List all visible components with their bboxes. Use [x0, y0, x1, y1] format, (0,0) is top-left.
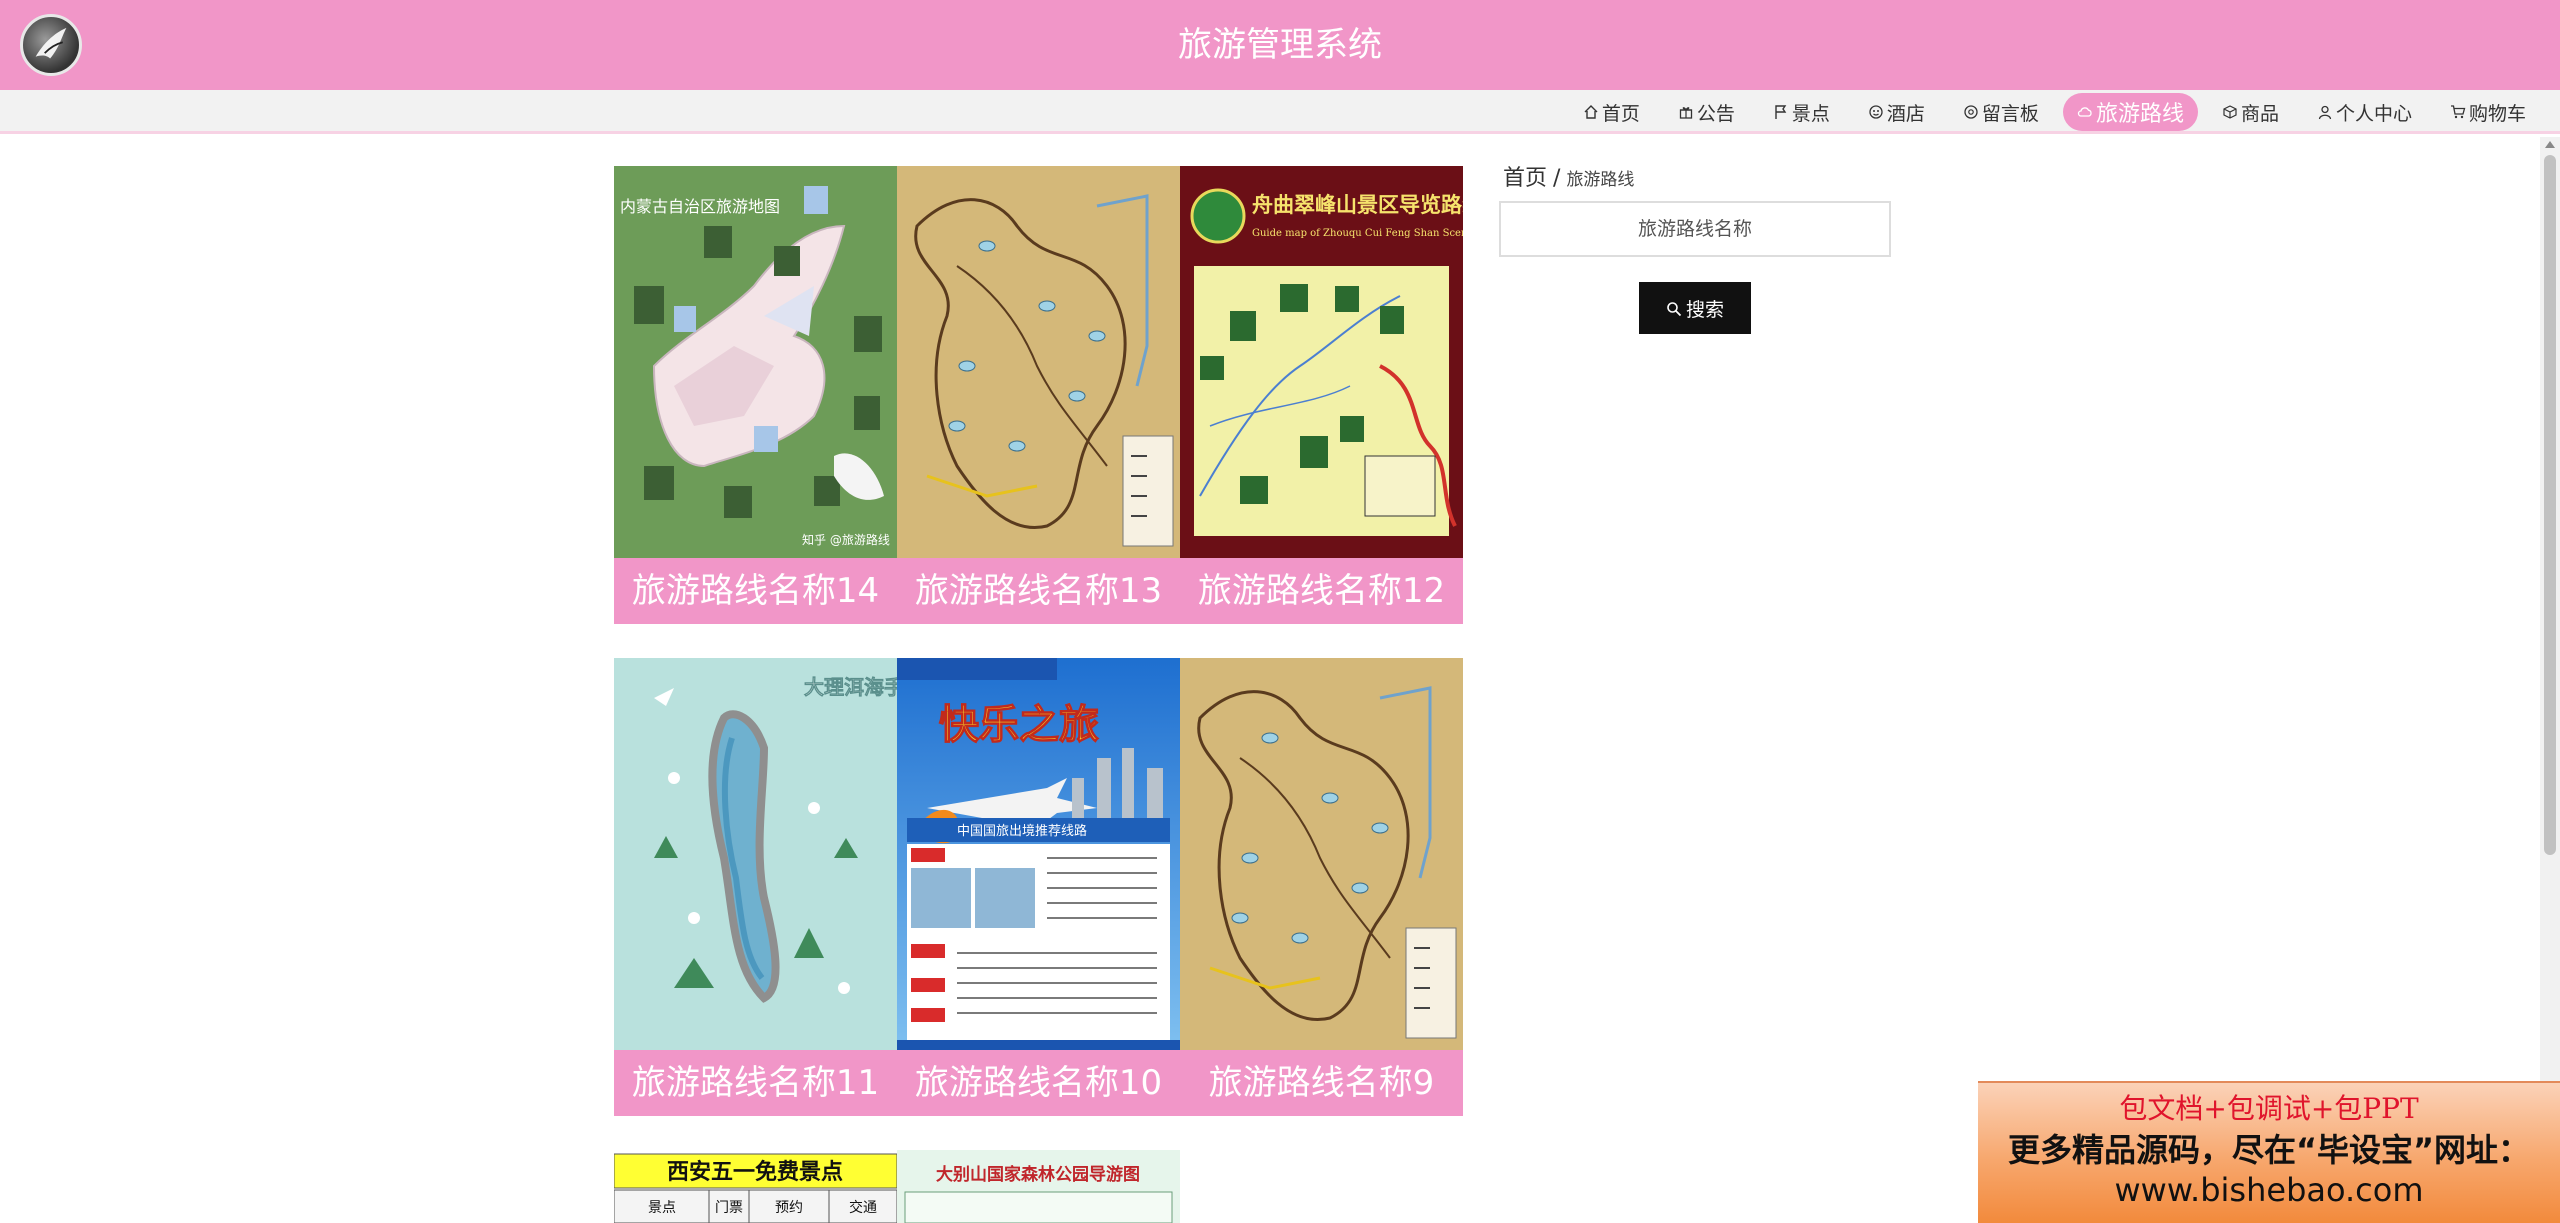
nav-hotel-label: 酒店 [1886, 102, 1925, 125]
route-card[interactable]: 旅游路线名称13 [897, 166, 1180, 624]
svg-text:交通: 交通 [849, 1199, 877, 1216]
route-thumbnail[interactable]: 舟曲翠峰山景区导览路线图 Guide map of Zhouqu Cui Fen… [1180, 166, 1463, 558]
route-name[interactable]: 旅游路线名称13 [897, 558, 1180, 624]
box-icon [2222, 104, 2238, 120]
route-card[interactable]: 大别山国家森林公园导游图 [897, 1150, 1180, 1223]
site-title: 旅游管理系统 [1178, 25, 1382, 65]
svg-text:景点: 景点 [648, 1200, 676, 1216]
route-thumbnail[interactable]: 西安五一免费景点 景点 门票 预约 交通 [614, 1150, 897, 1223]
svg-text:大理洱海手绘地图: 大理洱海手绘地图 [804, 675, 897, 699]
page-scrollbar[interactable] [2540, 137, 2560, 1223]
route-card[interactable]: 内蒙古自治区旅游地图 知乎 @旅游路线 旅游路线名称14 [614, 166, 897, 624]
cloud-icon [2077, 104, 2093, 120]
route-thumbnail[interactable] [897, 166, 1180, 558]
nav-profile[interactable]: 个人中心 [2303, 93, 2426, 131]
svg-text:预约: 预约 [775, 1200, 803, 1216]
user-icon [2317, 104, 2333, 120]
page-root: 旅游管理系统 首页 公告 景点 酒店 留言板 旅游路线 商品 个人中心 购物车 … [0, 0, 2560, 1223]
nav-attractions[interactable]: 景点 [1759, 93, 1844, 131]
home-icon [1583, 104, 1599, 120]
nav-list: 首页 公告 景点 酒店 留言板 旅游路线 商品 个人中心 购物车 [1569, 90, 2540, 134]
flag-icon [1773, 104, 1789, 120]
main-nav: 首页 公告 景点 酒店 留言板 旅游路线 商品 个人中心 购物车 [0, 90, 2560, 134]
route-thumbnail[interactable]: 快乐之旅 中国国旅出境推荐线路 [897, 658, 1180, 1050]
promo-line-1: 包文档+包调试+包PPT [2119, 1092, 2419, 1125]
svg-text:西安五一免费景点: 西安五一免费景点 [667, 1159, 843, 1185]
route-thumbnail[interactable]: 大别山国家森林公园导游图 [897, 1150, 1180, 1223]
route-card[interactable]: 西安五一免费景点 景点 门票 预约 交通 [614, 1150, 897, 1223]
nav-message-board[interactable]: 留言板 [1949, 93, 2053, 131]
route-thumbnail[interactable]: 大理洱海手绘地图 [614, 658, 897, 1050]
nav-hotel[interactable]: 酒店 [1854, 93, 1939, 131]
breadcrumb-home[interactable]: 首页 [1503, 160, 1547, 192]
scrollbar-thumb[interactable] [2544, 155, 2556, 855]
site-header: 旅游管理系统 [0, 0, 2560, 90]
nav-products-label: 商品 [2240, 102, 2279, 125]
promo-line-2: 更多精品源码，尽在“毕设宝”网址： [2007, 1131, 2531, 1169]
gift-icon [1678, 104, 1694, 120]
svg-text:大别山国家森林公园导游图: 大别山国家森林公园导游图 [936, 1164, 1140, 1185]
route-name[interactable]: 旅游路线名称14 [614, 558, 897, 624]
hotel-icon [1868, 104, 1884, 120]
route-name[interactable]: 旅游路线名称9 [1180, 1050, 1463, 1116]
nav-notice[interactable]: 公告 [1664, 93, 1749, 131]
nav-products[interactable]: 商品 [2208, 93, 2293, 131]
route-name[interactable]: 旅游路线名称10 [897, 1050, 1180, 1116]
route-card[interactable]: 旅游路线名称9 [1180, 658, 1463, 1116]
nav-travel-routes[interactable]: 旅游路线 [2062, 93, 2198, 131]
search-icon [1666, 300, 1682, 317]
message-icon [1963, 104, 1979, 120]
nav-message-board-label: 留言板 [1981, 102, 2039, 125]
nav-profile-label: 个人中心 [2335, 102, 2412, 125]
search-button-label: 搜索 [1685, 298, 1724, 321]
breadcrumb-current: 旅游路线 [1566, 170, 1635, 190]
route-thumbnail[interactable] [1180, 658, 1463, 1050]
route-thumbnail[interactable]: 内蒙古自治区旅游地图 知乎 @旅游路线 [614, 166, 897, 558]
search-button[interactable]: 搜索 [1639, 282, 1751, 334]
nav-notice-label: 公告 [1696, 102, 1735, 125]
nav-travel-routes-label: 旅游路线 [2095, 102, 2184, 127]
svg-text:门票: 门票 [715, 1200, 743, 1216]
nav-cart[interactable]: 购物车 [2436, 93, 2540, 131]
route-name-search-input[interactable] [1499, 201, 1891, 257]
svg-text:中国国旅出境推荐线路: 中国国旅出境推荐线路 [957, 823, 1087, 839]
breadcrumb-separator: / [1553, 166, 1561, 191]
nav-attractions-label: 景点 [1791, 102, 1830, 125]
scroll-up-arrow-icon[interactable] [2545, 141, 2555, 148]
svg-text:快乐之旅: 快乐之旅 [939, 702, 1099, 748]
svg-text:Guide map of Zhouqu Cui Feng S: Guide map of Zhouqu Cui Feng Shan Scenic… [1252, 228, 1463, 239]
svg-text:知乎 @旅游路线: 知乎 @旅游路线 [802, 532, 890, 547]
promo-banner[interactable]: 包文档+包调试+包PPT 更多精品源码，尽在“毕设宝”网址： www.bishe… [1978, 1081, 2560, 1223]
route-name[interactable]: 旅游路线名称12 [1180, 558, 1463, 624]
svg-text:内蒙古自治区旅游地图: 内蒙古自治区旅游地图 [620, 197, 780, 216]
nav-home-label: 首页 [1601, 102, 1640, 125]
svg-text:舟曲翠峰山景区导览路线图: 舟曲翠峰山景区导览路线图 [1252, 193, 1463, 217]
route-card[interactable]: 舟曲翠峰山景区导览路线图 Guide map of Zhouqu Cui Fen… [1180, 166, 1463, 624]
route-name[interactable]: 旅游路线名称11 [614, 1050, 897, 1116]
breadcrumb: 首页 / 旅游路线 [1503, 160, 1634, 192]
cart-icon [2450, 104, 2466, 120]
nav-cart-label: 购物车 [2468, 102, 2526, 125]
route-card[interactable]: 快乐之旅 中国国旅出境推荐线路 旅游路线名称10 [897, 658, 1180, 1116]
route-card[interactable]: 大理洱海手绘地图 旅游路线名称11 [614, 658, 897, 1116]
promo-url[interactable]: www.bishebao.com [1978, 1171, 2560, 1209]
nav-home[interactable]: 首页 [1569, 93, 1654, 131]
